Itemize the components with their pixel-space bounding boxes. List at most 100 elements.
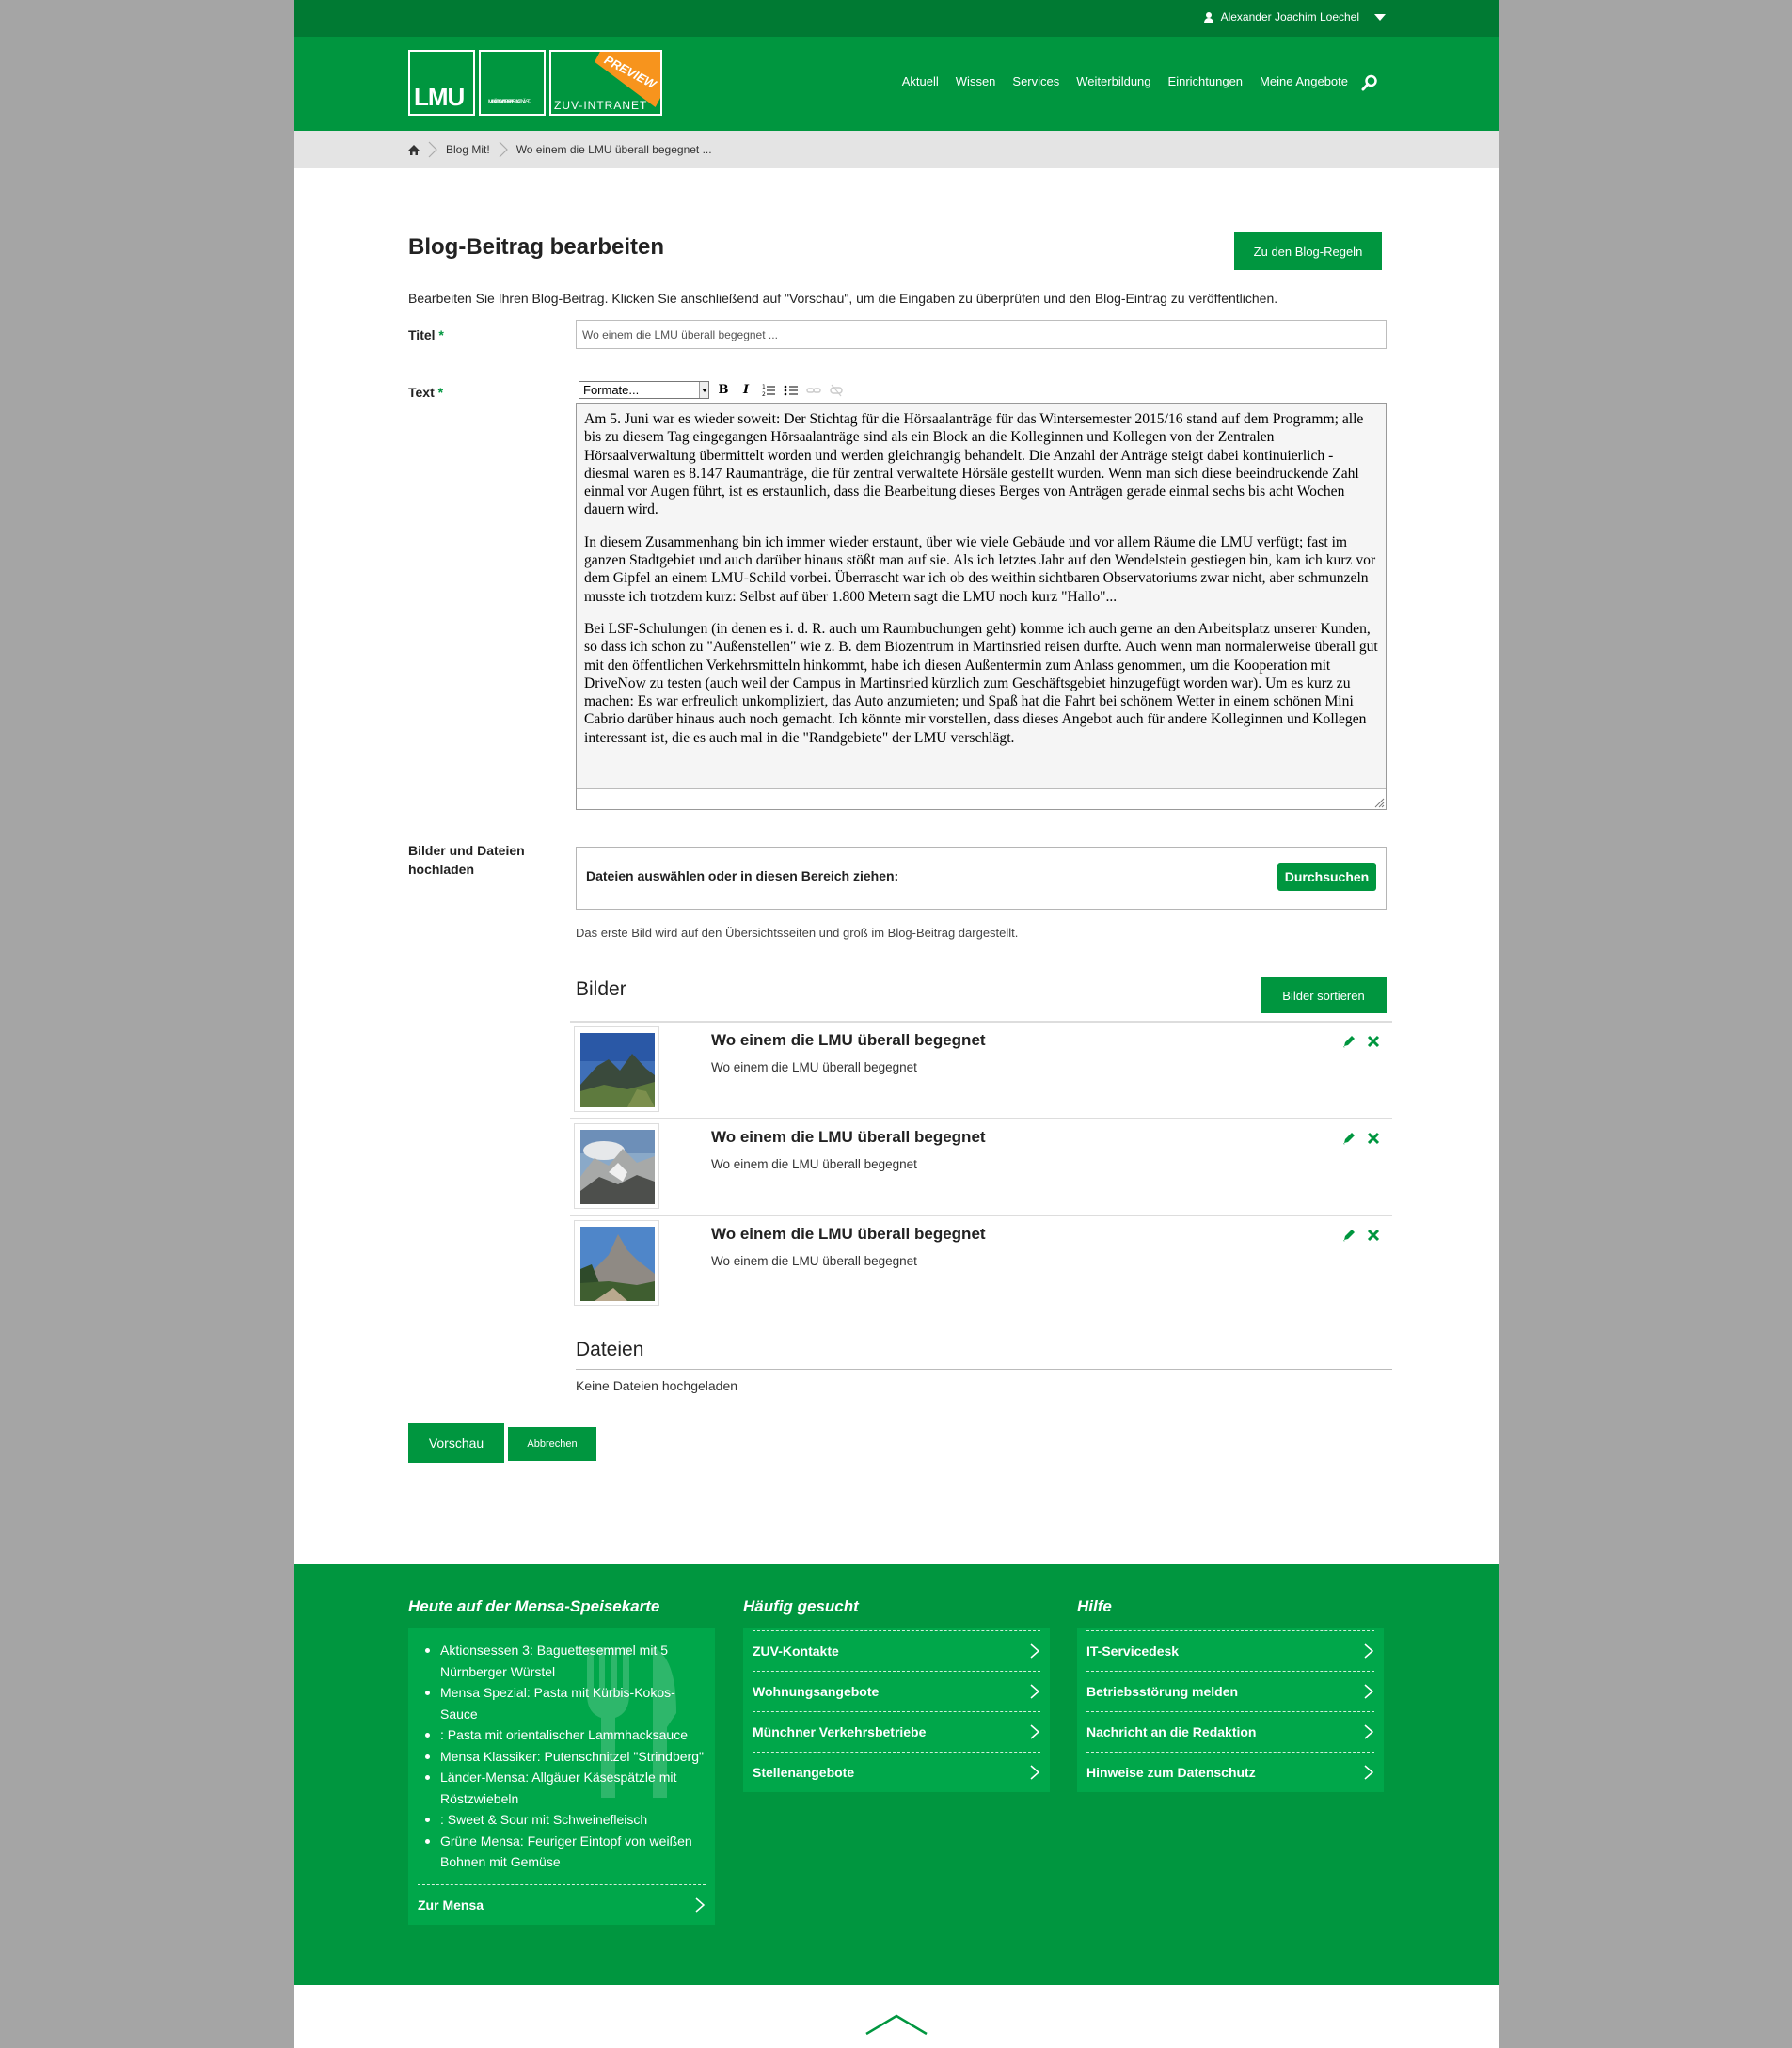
upload-text: Dateien auswählen oder in diesen Bereich… xyxy=(586,868,899,883)
editor-paragraph: Am 5. Juni war es wieder soweit: Der Sti… xyxy=(584,411,1364,518)
pencil-icon[interactable] xyxy=(1341,1034,1356,1049)
list-item: Länder-Mensa: Allgäuer Käsespätzle mit R… xyxy=(418,1767,706,1809)
frequent-box: ZUV-Kontakte Wohnungsangebote Münchner V… xyxy=(743,1628,1050,1792)
pencil-icon[interactable] xyxy=(1341,1228,1356,1243)
chevron-down-icon xyxy=(699,382,708,398)
upload-hint: Das erste Bild wird auf den Übersichtsse… xyxy=(576,926,1019,940)
user-icon xyxy=(1203,11,1213,23)
nav-item-weiterbildung[interactable]: Weiterbildung xyxy=(1076,74,1150,88)
mountain-photo xyxy=(580,1130,655,1204)
image-description: Wo einem die LMU überall begegnet xyxy=(711,1060,917,1074)
image-thumbnail[interactable] xyxy=(574,1026,659,1112)
divider xyxy=(576,1369,1392,1370)
no-files-text: Keine Dateien hochgeladen xyxy=(576,1378,738,1393)
pencil-icon[interactable] xyxy=(1341,1131,1356,1146)
editor-toolbar: Formate... B I 12 xyxy=(579,381,845,399)
chevron-right-icon xyxy=(1364,1765,1374,1780)
nav-item-meine-angebote[interactable]: Meine Angebote xyxy=(1260,74,1348,88)
mensa-list: Aktionsessen 3: Baguettesemmel mit 5 Nür… xyxy=(408,1628,715,1884)
nav-item-aktuell[interactable]: Aktuell xyxy=(902,74,939,88)
footer-link[interactable]: Stellenangebote xyxy=(753,1752,1040,1792)
footer-link[interactable]: IT-Servicedesk xyxy=(1086,1630,1374,1671)
caret-down-icon xyxy=(1374,13,1386,21)
delete-icon[interactable] xyxy=(1366,1228,1381,1243)
list-item: Aktionsessen 3: Baguettesemmel mit 5 Nür… xyxy=(418,1640,706,1682)
title-input[interactable] xyxy=(576,320,1387,349)
footer-link[interactable]: Nachricht an die Redaktion xyxy=(1086,1711,1374,1752)
image-title: Wo einem die LMU überall begegnet xyxy=(711,1031,986,1049)
editor-paragraph: In diesem Zusammenhang bin ich immer wie… xyxy=(584,533,1376,605)
university-name-logo: Ludwig- Maximilians- Universität München xyxy=(479,50,546,116)
title-label: Titel * xyxy=(408,327,444,342)
footer-link[interactable]: Betriebsstörung melden xyxy=(1086,1671,1374,1711)
bold-icon[interactable]: B xyxy=(715,382,732,399)
chevron-right-icon xyxy=(1030,1643,1040,1659)
delete-icon[interactable] xyxy=(1366,1034,1381,1049)
link-icon xyxy=(806,387,821,393)
nav-item-services[interactable]: Services xyxy=(1012,74,1059,88)
breadcrumb: Blog Mit! Wo einem die LMU überall begeg… xyxy=(294,131,1499,168)
page: Alexander Joachim Loechel LMU Ludwig- Max… xyxy=(294,0,1499,2048)
text-editor[interactable]: Am 5. Juni war es wieder soweit: Der Sti… xyxy=(576,403,1387,810)
home-icon[interactable] xyxy=(408,144,420,155)
breadcrumb-current: Wo einem die LMU überall begegnet ... xyxy=(515,143,712,156)
main-nav: Aktuell Wissen Services Weiterbildung Ei… xyxy=(902,74,1348,88)
image-thumbnail[interactable] xyxy=(574,1220,659,1306)
svg-text:1: 1 xyxy=(762,384,766,390)
blog-rules-button[interactable]: Zu den Blog-Regeln xyxy=(1234,232,1382,270)
delete-icon[interactable] xyxy=(1366,1131,1381,1146)
image-item: Wo einem die LMU überall begegnet Wo ein… xyxy=(570,1118,1392,1215)
unlink-icon xyxy=(830,384,843,396)
chevron-right-icon xyxy=(1030,1684,1040,1699)
image-thumbnail[interactable] xyxy=(574,1123,659,1209)
footer-link[interactable]: Wohnungsangebote xyxy=(753,1671,1040,1711)
chevron-right-icon xyxy=(1030,1765,1040,1780)
svg-text:2: 2 xyxy=(762,391,766,398)
lmu-logo: LMU xyxy=(408,50,475,116)
logo[interactable]: LMU Ludwig- Maximilians- Universität Münche… xyxy=(408,50,662,116)
preview-button[interactable]: Vorschau xyxy=(408,1423,504,1463)
list-item: : Pasta mit orientalischer Lammhacksauce xyxy=(418,1724,706,1746)
upload-dropzone[interactable]: Dateien auswählen oder in diesen Bereich… xyxy=(576,847,1387,910)
format-select[interactable]: Formate... xyxy=(579,381,709,399)
image-description: Wo einem die LMU überall begegnet xyxy=(711,1254,917,1268)
images-heading: Bilder xyxy=(576,978,626,1000)
footer-link[interactable]: ZUV-Kontakte xyxy=(753,1630,1040,1671)
editor-body[interactable]: Am 5. Juni war es wieder soweit: Der Sti… xyxy=(577,404,1386,787)
top-bar: Alexander Joachim Loechel xyxy=(294,0,1499,37)
nav-item-wissen[interactable]: Wissen xyxy=(956,74,996,88)
resize-handle-icon[interactable] xyxy=(1373,797,1385,808)
upload-label: Bilder und Dateien hochladen xyxy=(408,843,525,877)
user-menu[interactable]: Alexander Joachim Loechel xyxy=(1203,10,1386,24)
intro-text: Bearbeiten Sie Ihren Blog-Beitrag. Klick… xyxy=(408,291,1278,306)
mensa-box: Aktionsessen 3: Baguettesemmel mit 5 Nür… xyxy=(408,1628,715,1925)
bullet-list-icon[interactable] xyxy=(783,382,800,399)
help-box: IT-Servicedesk Betriebsstörung melden Na… xyxy=(1077,1628,1384,1792)
search-icon[interactable] xyxy=(1361,74,1378,91)
list-item: Grüne Mensa: Feuriger Eintopf von weißen… xyxy=(418,1831,706,1873)
chevron-right-icon xyxy=(1364,1684,1374,1699)
chevron-right-icon xyxy=(1030,1724,1040,1739)
chevron-right-icon xyxy=(695,1897,706,1913)
help-heading: Hilfe xyxy=(1077,1597,1112,1615)
user-name: Alexander Joachim Loechel xyxy=(1220,10,1359,24)
italic-icon[interactable]: I xyxy=(737,382,754,399)
cancel-button[interactable]: Abbrechen xyxy=(508,1427,596,1461)
breadcrumb-item-blog[interactable]: Blog Mit! xyxy=(446,143,490,156)
browse-button[interactable]: Durchsuchen xyxy=(1277,863,1376,891)
image-list: Wo einem die LMU überall begegnet Wo ein… xyxy=(570,1021,1392,1311)
mensa-link[interactable]: Zur Mensa xyxy=(418,1883,706,1925)
text-label: Text * xyxy=(408,385,444,400)
numbered-list-icon[interactable]: 12 xyxy=(760,382,777,399)
footer-link[interactable]: Hinweise zum Datenschutz xyxy=(1086,1752,1374,1792)
nav-item-einrichtungen[interactable]: Einrichtungen xyxy=(1168,74,1244,88)
image-title: Wo einem die LMU überall begegnet xyxy=(711,1128,986,1146)
chevron-up-icon[interactable] xyxy=(864,2013,928,2036)
page-title: Blog-Beitrag bearbeiten xyxy=(408,234,665,260)
footer-link[interactable]: Münchner Verkehrsbetriebe xyxy=(753,1711,1040,1752)
sort-images-button[interactable]: Bilder sortieren xyxy=(1261,977,1387,1013)
mensa-heading: Heute auf der Mensa-Speisekarte xyxy=(408,1597,660,1615)
chevron-right-icon xyxy=(1364,1643,1374,1659)
image-item: Wo einem die LMU überall begegnet Wo ein… xyxy=(570,1021,1392,1118)
zuv-intranet-logo: PREVIEW ZUV-INTRANET xyxy=(549,50,662,116)
